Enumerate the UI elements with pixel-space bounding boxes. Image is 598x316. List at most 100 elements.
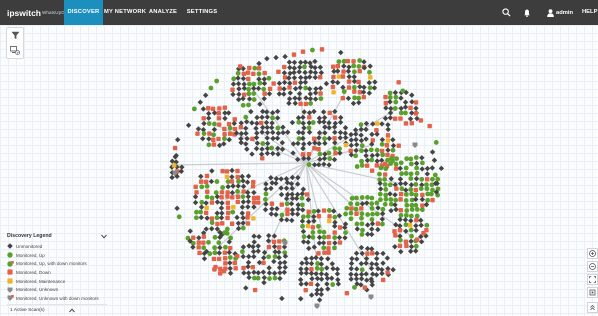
device-monitored-up[interactable] [209,220,215,226]
device-monitored-down[interactable] [209,216,215,221]
device-unmonitored[interactable] [254,130,260,136]
device-monitored-down[interactable] [370,251,375,256]
device-unmonitored[interactable] [294,156,301,163]
device-unmonitored[interactable] [363,147,369,154]
device-unmonitored[interactable] [235,183,241,189]
device-monitored-up[interactable] [367,69,372,75]
device-monitored-up[interactable] [310,47,315,53]
device-unmonitored[interactable] [338,114,344,121]
device-unmonitored[interactable] [235,75,241,81]
device-unmonitored[interactable] [198,214,204,221]
device-monitored-down[interactable] [269,201,275,206]
device-unmonitored[interactable] [379,137,386,143]
device-monitored-up[interactable] [387,90,393,96]
device-monitored-up[interactable] [212,250,218,256]
device-monitored-up[interactable] [266,254,272,260]
device-monitored-up[interactable] [208,85,214,91]
device-unmonitored[interactable] [345,68,352,74]
device-unmonitored[interactable] [341,63,347,69]
device-monitored-up[interactable] [403,165,409,171]
device-monitored-down[interactable] [251,71,256,77]
device-monitored-up[interactable] [235,70,241,76]
device-unmonitored[interactable] [205,110,212,117]
device-monitored-down[interactable] [262,91,267,96]
device-monitored-down[interactable] [228,245,233,251]
device-unmonitored[interactable] [326,124,332,131]
device-unmonitored[interactable] [301,125,307,131]
device-unmonitored[interactable] [379,121,385,127]
device-unmonitored[interactable] [282,264,288,271]
device-unmonitored[interactable] [236,86,242,92]
device-unmonitored[interactable] [374,250,380,257]
device-unmonitored[interactable] [250,248,257,255]
device-unmonitored[interactable] [250,244,256,250]
device-unmonitored[interactable] [293,195,300,202]
device-monitored-up[interactable] [246,91,252,97]
device-unmonitored[interactable] [345,95,352,102]
device-unmonitored[interactable] [373,255,380,262]
device-monitored-down[interactable] [241,92,247,97]
device-monitored-down[interactable] [403,239,409,244]
device-unmonitored[interactable] [226,136,232,143]
device-monitored-up[interactable] [354,164,360,169]
device-unmonitored[interactable] [276,249,282,255]
device-unmonitored[interactable] [408,248,414,254]
device-unmonitored[interactable] [264,124,270,131]
device-unmonitored[interactable] [314,291,320,297]
device-monitored-unknown[interactable] [412,142,418,149]
device-monitored-unknown[interactable] [314,303,320,310]
device-unmonitored[interactable] [363,136,369,142]
device-monitored-down[interactable] [262,70,267,76]
device-unmonitored[interactable] [323,271,330,278]
device-unmonitored[interactable] [402,217,409,223]
device-unmonitored[interactable] [225,184,231,190]
device-monitored-up[interactable] [380,152,386,158]
device-unmonitored[interactable] [335,281,342,287]
device-monitored-down[interactable] [304,192,310,197]
device-monitored-down[interactable] [312,136,317,141]
device-unmonitored[interactable] [289,217,295,224]
device-monitored-down[interactable] [209,200,215,205]
device-monitored-down[interactable] [397,243,403,249]
device-monitored-down[interactable] [357,68,362,74]
device-unmonitored[interactable] [363,255,370,262]
device-unmonitored[interactable] [214,210,220,216]
device-unmonitored[interactable] [348,137,355,143]
device-unmonitored[interactable] [321,119,327,125]
device-unmonitored[interactable] [235,96,242,103]
device-monitored-up[interactable] [348,216,354,222]
device-unmonitored[interactable] [303,255,309,262]
device-unmonitored[interactable] [303,75,309,81]
device-monitored-up[interactable] [332,235,338,240]
device-monitored-up[interactable] [392,106,398,111]
device-monitored-down[interactable] [287,85,292,90]
device-monitored-down[interactable] [356,79,361,85]
device-unmonitored[interactable] [234,214,240,221]
device-unmonitored[interactable] [263,186,269,192]
device-unmonitored[interactable] [314,282,321,288]
device-unmonitored[interactable] [282,259,288,266]
device-unmonitored[interactable] [286,96,293,102]
device-unmonitored[interactable] [346,64,352,70]
device-monitored-down[interactable] [247,65,252,71]
device-monitored-down[interactable] [245,70,251,75]
device-monitored-up[interactable] [246,81,252,87]
device-unmonitored[interactable] [243,285,249,291]
device-unmonitored[interactable] [306,140,313,147]
device-unmonitored[interactable] [348,131,354,138]
device-monitored-up[interactable] [257,80,263,86]
device-monitored-down[interactable] [382,172,388,177]
device-unmonitored[interactable] [324,265,330,271]
device-unmonitored[interactable] [249,120,255,126]
device-unmonitored[interactable] [348,265,354,272]
device-unmonitored[interactable] [218,215,225,221]
device-monitored-down[interactable] [322,250,327,255]
device-unmonitored[interactable] [302,69,308,76]
device-monitored-up[interactable] [256,71,262,77]
device-monitored-down[interactable] [351,59,356,64]
device-unmonitored[interactable] [270,150,276,157]
device-monitored-up[interactable] [378,165,384,171]
device-monitored-up[interactable] [199,199,205,205]
device-monitored-up[interactable] [300,214,306,220]
device-unmonitored[interactable] [407,116,414,122]
